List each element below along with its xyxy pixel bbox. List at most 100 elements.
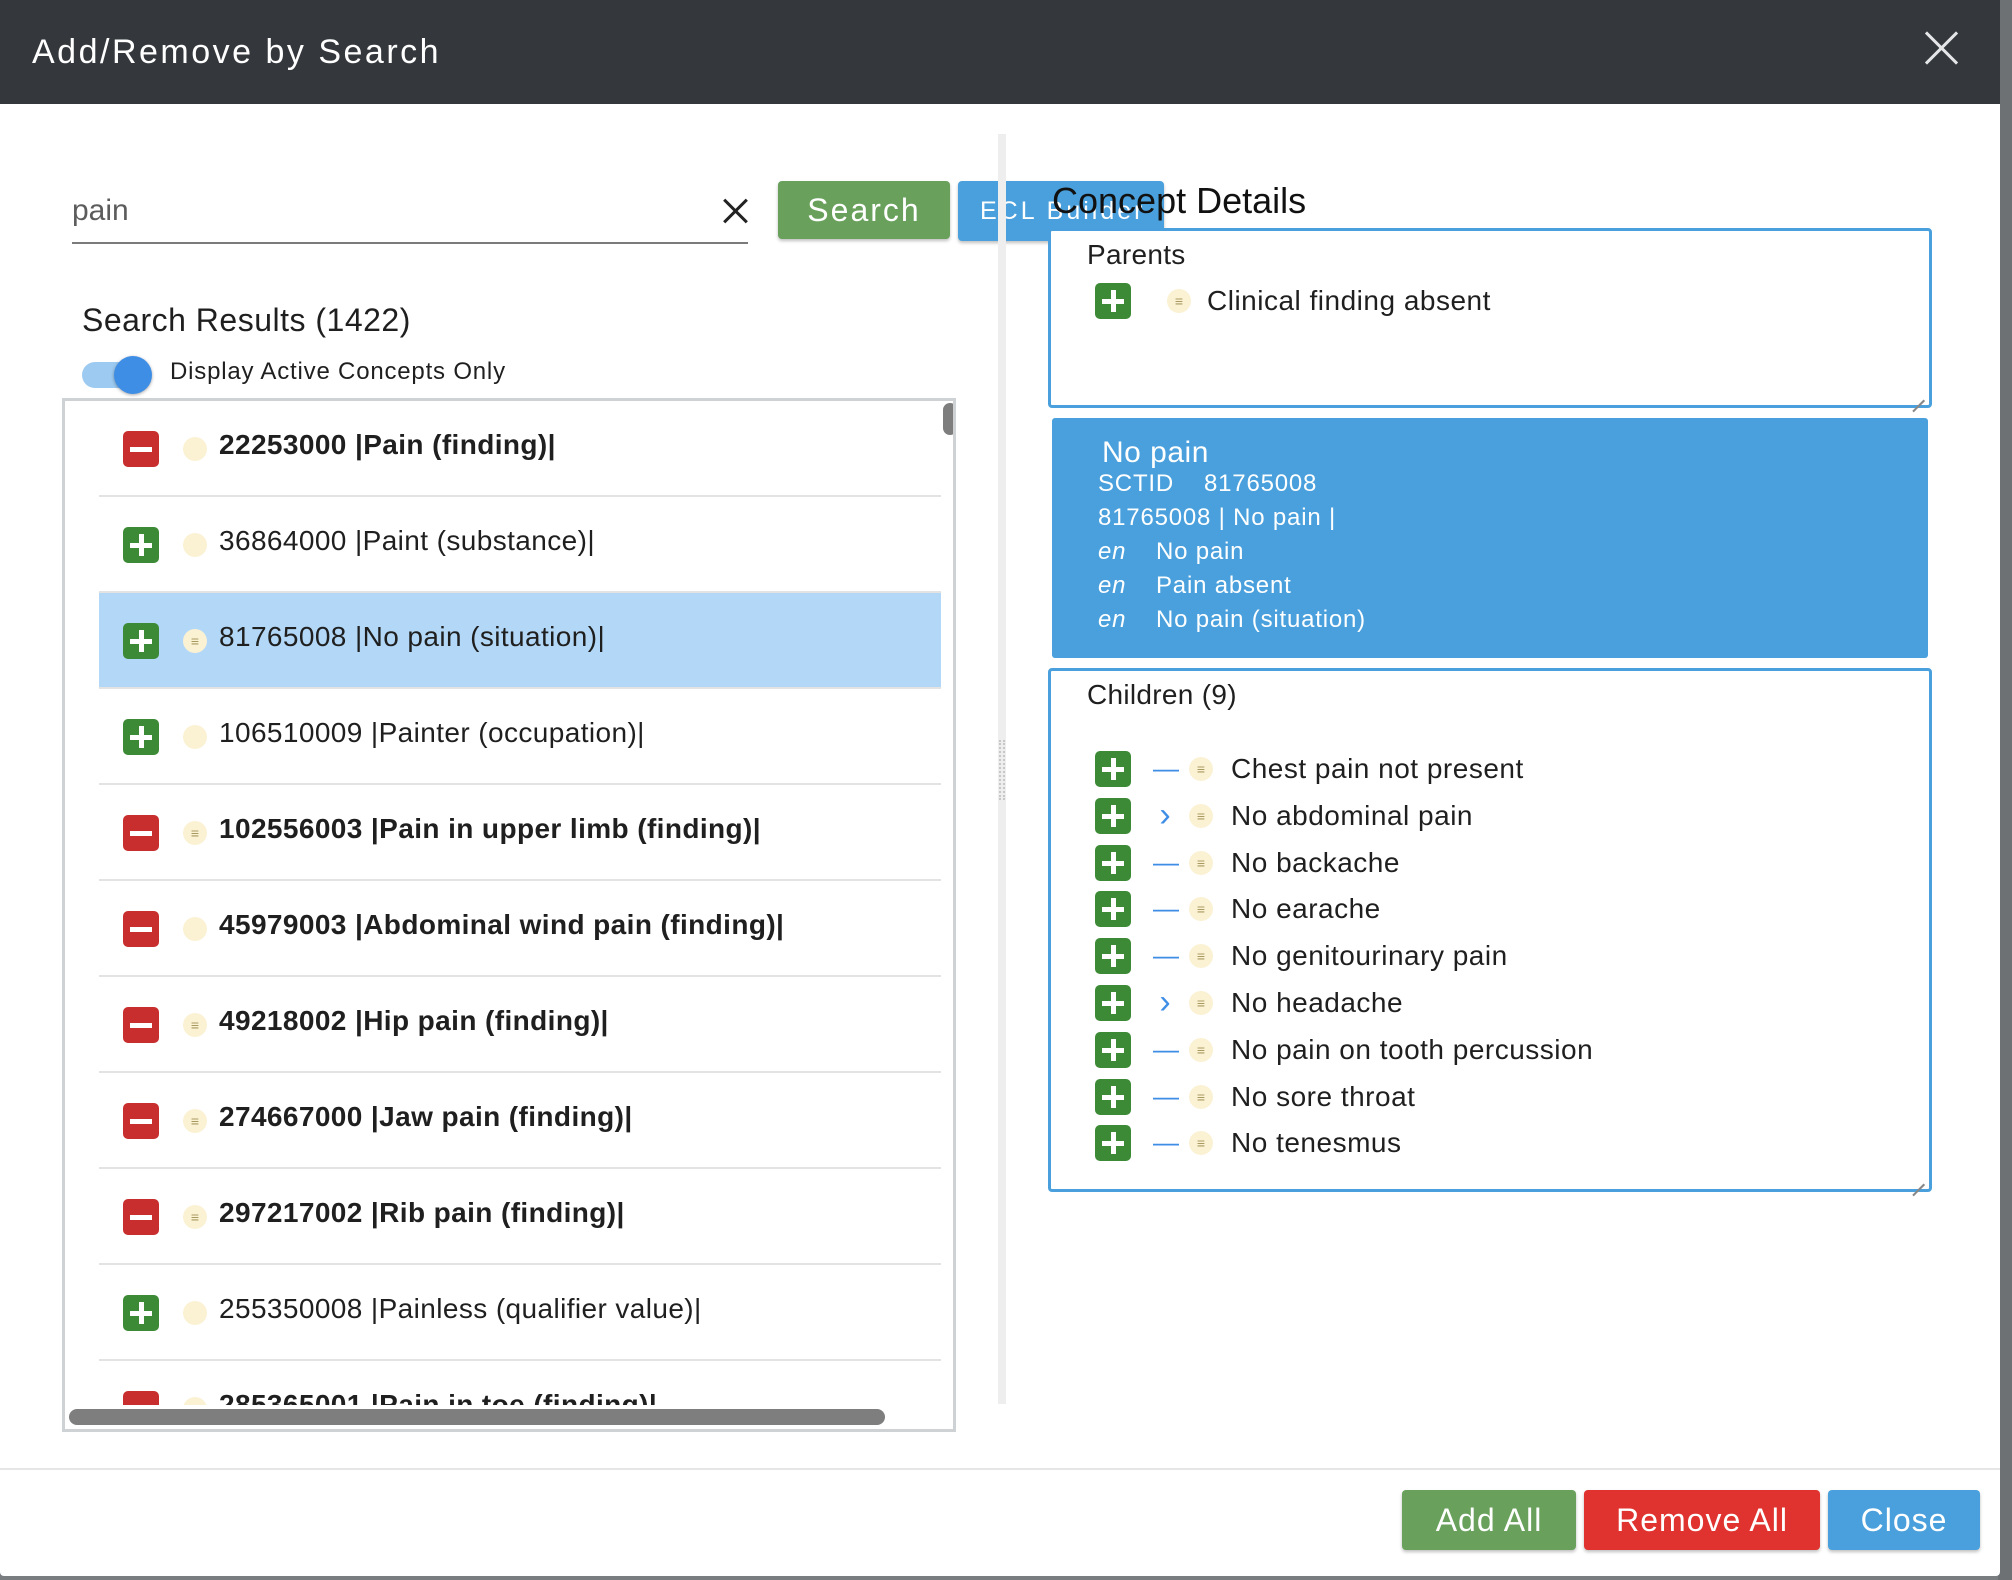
remove-concept-button[interactable] xyxy=(123,1007,159,1043)
search-field xyxy=(72,182,748,244)
defined-dot-icon xyxy=(1189,896,1213,922)
result-row[interactable]: 297217002 |Rib pain (finding)| xyxy=(99,1169,941,1265)
add-child-button[interactable] xyxy=(1095,891,1131,928)
description-lang: en xyxy=(1098,538,1127,565)
defined-dot-icon xyxy=(1189,1037,1213,1063)
clear-search-icon[interactable] xyxy=(722,198,748,224)
divider-grip-icon[interactable] xyxy=(999,740,1005,800)
leaf-dash-icon: — xyxy=(1153,1127,1179,1158)
parents-label: Parents xyxy=(1087,239,1186,270)
defined-dot-icon xyxy=(1189,803,1213,829)
remove-concept-button[interactable] xyxy=(123,1199,159,1235)
add-child-button[interactable] xyxy=(1095,985,1131,1021)
sctid-line: SCTID 81765008 xyxy=(1098,470,1317,498)
add-child-button[interactable] xyxy=(1095,751,1131,787)
primitive-dot-icon xyxy=(183,437,207,461)
fsn-line: 81765008 | No pain | xyxy=(1098,504,1336,531)
result-row[interactable]: 102556003 |Pain in upper limb (finding)| xyxy=(99,785,941,881)
resize-handle-icon[interactable] xyxy=(1911,1171,1925,1185)
parent-label: Clinical finding absent xyxy=(1207,285,1491,316)
description-line: en No pain xyxy=(1098,538,1244,566)
result-label: 22253000 |Pain (finding)| xyxy=(219,429,556,460)
add-child-button[interactable] xyxy=(1095,797,1131,834)
result-label: 297217002 |Rib pain (finding)| xyxy=(219,1197,625,1228)
leaf-dash-icon: — xyxy=(1153,1080,1179,1111)
search-button[interactable]: Search xyxy=(778,181,950,239)
primitive-dot-icon xyxy=(183,1301,207,1325)
defined-dot-icon xyxy=(183,628,207,654)
search-results-list[interactable]: 22253000 |Pain (finding)| 36864000 |Paint… xyxy=(62,398,956,1432)
result-row[interactable]: 106510009 |Painter (occupation)| xyxy=(99,689,941,785)
defined-dot-icon xyxy=(1189,850,1213,876)
child-label: No sore throat xyxy=(1231,1080,1416,1112)
horizontal-scrollbar[interactable] xyxy=(69,1409,885,1425)
result-row[interactable]: 274667000 |Jaw pain (finding)| xyxy=(99,1073,941,1169)
concept-card: No pain SCTID 81765008 81765008 | No pain… xyxy=(1052,418,1928,658)
child-label: No backache xyxy=(1231,846,1400,878)
result-row[interactable]: 81765008 |No pain (situation)| xyxy=(99,593,941,689)
add-child-button[interactable] xyxy=(1095,844,1131,881)
child-label: No abdominal pain xyxy=(1231,799,1473,831)
defined-dot-icon xyxy=(1189,943,1213,969)
description-lang: en xyxy=(1098,572,1127,599)
defined-dot-icon xyxy=(183,1108,207,1134)
result-row[interactable]: 255350008 |Painless (qualifier value)| xyxy=(99,1265,941,1361)
chevron-right-icon[interactable]: › xyxy=(1153,985,1177,1019)
concept-card-title: No pain xyxy=(1102,436,1209,469)
remove-all-button[interactable]: Remove All xyxy=(1584,1490,1820,1550)
result-label: 102556003 |Pain in upper limb (finding)| xyxy=(219,813,762,844)
remove-concept-button[interactable] xyxy=(123,431,159,467)
child-label: No earache xyxy=(1231,893,1381,925)
children-panel: Children (9) — Chest pain not present › No … xyxy=(1048,668,1932,1192)
modal-title: Add/Remove by Search xyxy=(32,33,442,71)
remove-concept-button[interactable] xyxy=(123,815,159,851)
sctid-key: SCTID xyxy=(1098,470,1174,497)
add-concept-button[interactable] xyxy=(123,719,159,755)
leaf-dash-icon: — xyxy=(1153,846,1179,877)
add-concept-button[interactable] xyxy=(123,1295,159,1331)
modal-backdrop xyxy=(1998,0,2012,1580)
add-child-button[interactable] xyxy=(1095,1078,1131,1115)
defined-dot-icon xyxy=(1189,756,1213,782)
add-parent-button[interactable] xyxy=(1095,283,1131,319)
concept-details-title: Concept Details xyxy=(1052,180,1307,221)
leaf-dash-icon: — xyxy=(1153,940,1179,971)
add-all-button[interactable]: Add All xyxy=(1402,1490,1576,1550)
defined-dot-icon xyxy=(1189,1130,1213,1156)
modal-header: Add/Remove by Search xyxy=(0,0,2000,104)
resize-handle-icon[interactable] xyxy=(1911,387,1925,401)
defined-dot-icon xyxy=(183,820,207,846)
result-label: 49218002 |Hip pain (finding)| xyxy=(219,1005,609,1036)
description-term: No pain (situation) xyxy=(1156,606,1366,633)
description-line: en No pain (situation) xyxy=(1098,606,1366,634)
add-concept-button[interactable] xyxy=(123,527,159,563)
close-icon[interactable] xyxy=(1922,28,1962,68)
result-row[interactable]: 22253000 |Pain (finding)| xyxy=(99,401,941,497)
defined-dot-icon xyxy=(183,1204,207,1230)
remove-concept-button[interactable] xyxy=(123,911,159,947)
parents-panel: Parents Clinical finding absent xyxy=(1048,228,1932,408)
add-child-button[interactable] xyxy=(1095,1031,1131,1068)
vertical-scrollbar[interactable] xyxy=(943,403,953,435)
result-row[interactable]: 49218002 |Hip pain (finding)| xyxy=(99,977,941,1073)
result-label: 274667000 |Jaw pain (finding)| xyxy=(219,1101,633,1132)
result-label: 45979003 |Abdominal wind pain (finding)| xyxy=(219,909,785,940)
footer-divider xyxy=(0,1468,2000,1470)
sctid-value: 81765008 xyxy=(1204,470,1318,497)
leaf-dash-icon: — xyxy=(1153,893,1179,924)
remove-concept-button[interactable] xyxy=(123,1103,159,1139)
primitive-dot-icon xyxy=(183,917,207,941)
search-input[interactable] xyxy=(72,188,672,234)
add-concept-button[interactable] xyxy=(123,623,159,659)
result-row[interactable]: 45979003 |Abdominal wind pain (finding)| xyxy=(99,881,941,977)
add-child-button[interactable] xyxy=(1095,938,1131,975)
description-term: Pain absent xyxy=(1156,572,1292,599)
child-label: No headache xyxy=(1231,987,1404,1018)
add-child-button[interactable] xyxy=(1095,1125,1131,1162)
close-button[interactable]: Close xyxy=(1828,1490,1980,1550)
chevron-right-icon[interactable]: › xyxy=(1153,798,1177,832)
leaf-dash-icon: — xyxy=(1153,1033,1179,1064)
leaf-dash-icon: — xyxy=(1153,753,1179,783)
active-concepts-toggle[interactable] xyxy=(82,356,154,394)
result-row[interactable]: 36864000 |Paint (substance)| xyxy=(99,497,941,593)
